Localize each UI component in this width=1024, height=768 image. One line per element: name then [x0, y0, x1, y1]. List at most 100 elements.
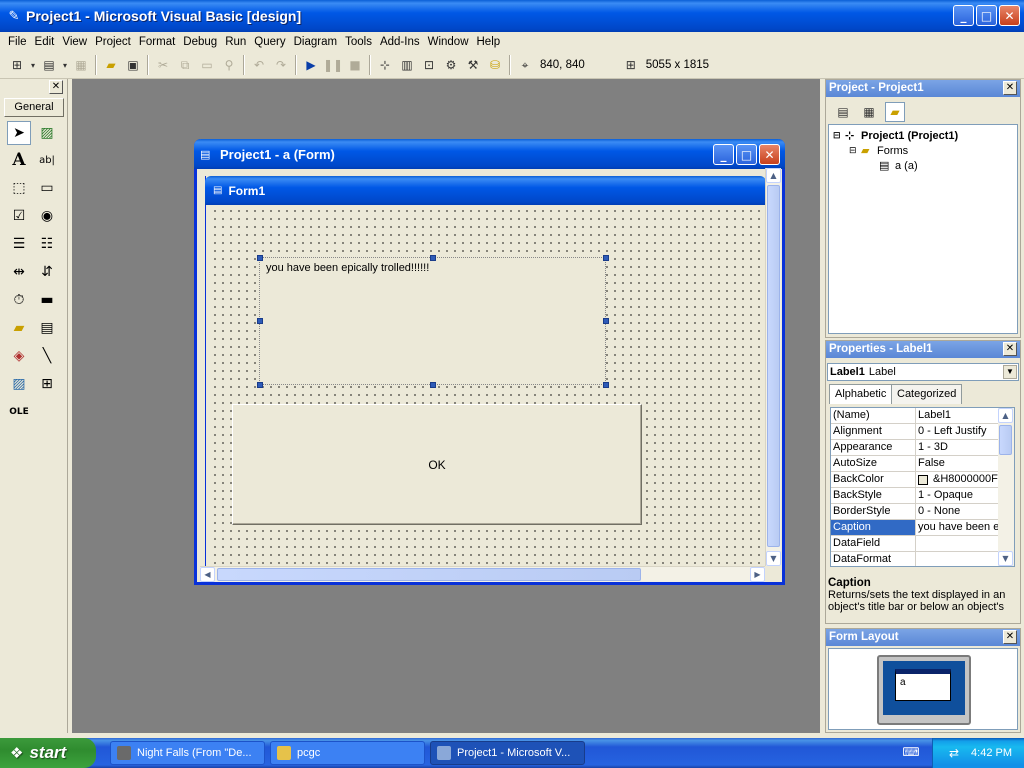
resize-handle[interactable]	[430, 382, 436, 388]
designer-close-button[interactable]: ✕	[759, 144, 780, 165]
ole-tool-icon[interactable]: OLE	[7, 400, 31, 424]
add-form-icon[interactable]: ▤	[39, 55, 59, 75]
shape-tool-icon[interactable]: ◈	[7, 344, 31, 368]
save-icon[interactable]: ▣	[123, 55, 143, 75]
project-close-icon[interactable]: ✕	[1003, 81, 1017, 95]
app-title-bar[interactable]: ✎ Project1 - Microsoft Visual Basic [des…	[0, 0, 1024, 32]
scroll-down-icon[interactable]: ▼	[766, 551, 781, 566]
vscrollbar-tool-icon[interactable]: ⇵	[35, 260, 59, 284]
tab-alphabetic[interactable]: Alphabetic	[829, 384, 893, 404]
open-folder-icon[interactable]: ▰	[101, 55, 121, 75]
drivelistbox-tool-icon[interactable]: ▬	[35, 288, 59, 312]
data-view-icon[interactable]: ⛁	[485, 55, 505, 75]
listbox-tool-icon[interactable]: ☷	[35, 232, 59, 256]
dropdown-arrow-icon[interactable]: ▾	[29, 55, 37, 75]
label1-control[interactable]: you have been epically trolled!!!!!!	[259, 257, 606, 385]
scroll-up-icon[interactable]: ▲	[998, 408, 1013, 423]
data-tool-icon[interactable]: ⊞	[35, 372, 59, 396]
vertical-scroll-thumb[interactable]	[767, 185, 780, 547]
toolbox-tab-general[interactable]: General	[4, 98, 64, 117]
pointer-icon[interactable]: ➤	[7, 121, 31, 145]
scroll-left-icon[interactable]: ◀	[200, 567, 215, 582]
cut-icon[interactable]: ✂	[153, 55, 173, 75]
copy-icon[interactable]: ⧉	[175, 55, 195, 75]
line-tool-icon[interactable]: ╲	[35, 344, 59, 368]
picturebox-icon[interactable]: ▨	[35, 121, 59, 145]
property-row[interactable]: Appearance 1 - 3D	[831, 440, 999, 456]
break-icon[interactable]: ❚❚	[323, 55, 343, 75]
resize-handle[interactable]	[257, 318, 263, 324]
combobox-tool-icon[interactable]: ☰	[7, 232, 31, 256]
properties-window-icon[interactable]: ▥	[397, 55, 417, 75]
start-button[interactable]: ❖ start	[0, 738, 96, 768]
resize-handle[interactable]	[257, 382, 263, 388]
menu-editor-icon[interactable]: ▦	[71, 55, 91, 75]
object-selector[interactable]: Label1 Label ▼	[827, 363, 1019, 381]
menu-query[interactable]: Query	[250, 36, 289, 48]
property-row[interactable]: BackStyle 1 - Opaque	[831, 488, 999, 504]
property-row-selected[interactable]: Captionyou have been epically trolled!!!…	[831, 520, 999, 536]
property-row[interactable]: Alignment 0 - Left Justify	[831, 424, 999, 440]
property-row[interactable]: (Name) Label1	[831, 408, 999, 424]
image-tool-icon[interactable]: ▨	[7, 372, 31, 396]
view-code-icon[interactable]: ▤	[833, 102, 853, 122]
menu-diagram[interactable]: Diagram	[290, 36, 341, 48]
start-icon[interactable]: ▶	[301, 55, 321, 75]
label-tool-icon[interactable]: A	[7, 148, 31, 172]
project-explorer-icon[interactable]: ⊹	[375, 55, 395, 75]
undo-icon[interactable]: ↶	[249, 55, 269, 75]
property-row[interactable]: BackColor &H8000000F	[831, 472, 999, 488]
optionbutton-tool-icon[interactable]: ◉	[35, 204, 59, 228]
tree-node-forms[interactable]: ⊟ ▰ Forms	[833, 144, 1013, 158]
resize-handle[interactable]	[603, 382, 609, 388]
form-a-preview[interactable]: a	[895, 669, 951, 701]
close-button[interactable]: ✕	[999, 5, 1020, 26]
resize-handle[interactable]	[603, 318, 609, 324]
resize-handle[interactable]	[430, 255, 436, 261]
minimize-button[interactable]: _	[953, 5, 974, 26]
hscrollbar-tool-icon[interactable]: ⇹	[7, 260, 31, 284]
tree-node-project[interactable]: ⊟ ⊹ Project1 (Project1)	[833, 129, 1013, 143]
scroll-down-icon[interactable]: ▼	[998, 551, 1013, 566]
add-project-icon[interactable]: ⊞	[7, 55, 27, 75]
chevron-down-icon[interactable]: ▼	[1003, 365, 1017, 379]
object-browser-icon[interactable]: ⚙	[441, 55, 461, 75]
menu-add-ins[interactable]: Add-Ins	[376, 36, 424, 48]
menu-window[interactable]: Window	[424, 36, 473, 48]
tab-categorized[interactable]: Categorized	[891, 384, 963, 404]
menu-edit[interactable]: Edit	[31, 36, 59, 48]
menu-run[interactable]: Run	[221, 36, 250, 48]
property-scroll-thumb[interactable]	[999, 425, 1012, 455]
menu-view[interactable]: View	[58, 36, 91, 48]
designer-minimize-button[interactable]: _	[713, 144, 734, 165]
menu-tools[interactable]: Tools	[341, 36, 376, 48]
view-object-icon[interactable]: ▦	[859, 102, 879, 122]
collapse-icon[interactable]: ⊟	[833, 130, 845, 141]
toolbox-close-icon[interactable]: ✕	[49, 80, 63, 94]
scroll-up-icon[interactable]: ▲	[766, 168, 781, 183]
tree-node-form-a[interactable]: ▤ a (a)	[833, 159, 1013, 173]
maximize-button[interactable]: □	[976, 5, 997, 26]
property-row[interactable]: AutoSize False	[831, 456, 999, 472]
collapse-icon[interactable]: ⊟	[849, 145, 861, 156]
menu-debug[interactable]: Debug	[179, 36, 221, 48]
horizontal-scroll-thumb[interactable]	[217, 568, 641, 581]
resize-handle[interactable]	[257, 255, 263, 261]
designer-horizontal-scrollbar[interactable]: ◀ ▶	[200, 566, 765, 582]
resize-handle[interactable]	[603, 255, 609, 261]
find-icon[interactable]: ⚲	[219, 55, 239, 75]
scroll-right-icon[interactable]: ▶	[750, 567, 765, 582]
task-night-falls[interactable]: Night Falls (From "De...	[110, 741, 265, 765]
dropdown-arrow-icon[interactable]: ▾	[61, 55, 69, 75]
property-row[interactable]: BorderStyle 0 - None	[831, 504, 999, 520]
menu-help[interactable]: Help	[473, 36, 505, 48]
property-grid-scrollbar[interactable]: ▲ ▼	[998, 408, 1014, 566]
timer-tool-icon[interactable]: ⏱	[7, 288, 31, 312]
property-value[interactable]: you have been epically trolled!!!!!!	[916, 520, 999, 535]
textbox-tool-icon[interactable]: ab|	[35, 148, 59, 172]
filelistbox-tool-icon[interactable]: ▤	[35, 316, 59, 340]
designer-vertical-scrollbar[interactable]: ▲ ▼	[765, 168, 781, 566]
designer-maximize-button[interactable]: □	[736, 144, 757, 165]
network-icon[interactable]: ⇄	[949, 746, 959, 760]
properties-close-icon[interactable]: ✕	[1003, 342, 1017, 356]
